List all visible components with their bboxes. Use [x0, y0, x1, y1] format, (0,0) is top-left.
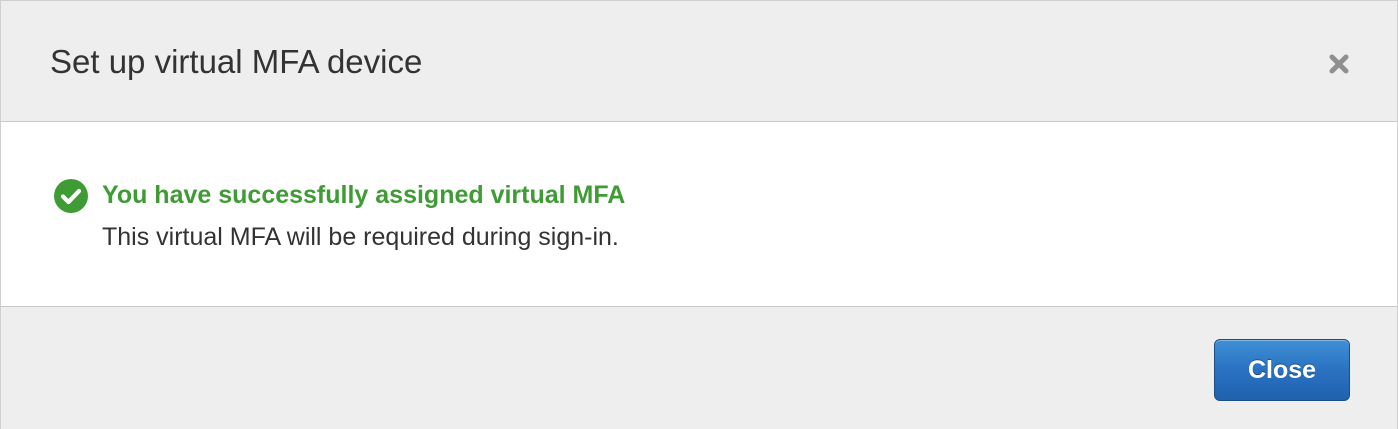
- check-circle-icon: [54, 179, 88, 213]
- dialog-title: Set up virtual MFA device: [50, 43, 423, 80]
- close-button[interactable]: Close: [1214, 339, 1350, 401]
- success-alert-message: This virtual MFA will be required during…: [102, 223, 619, 251]
- dialog-footer: Close: [1, 307, 1397, 429]
- dialog-body: You have successfully assigned virtual M…: [1, 122, 1397, 307]
- success-alert-title: You have successfully assigned virtual M…: [102, 181, 626, 209]
- dialog-header: Set up virtual MFA device: [1, 1, 1397, 122]
- mfa-setup-dialog: Set up virtual MFA device You have succe…: [0, 0, 1398, 429]
- close-icon[interactable]: [1326, 51, 1352, 77]
